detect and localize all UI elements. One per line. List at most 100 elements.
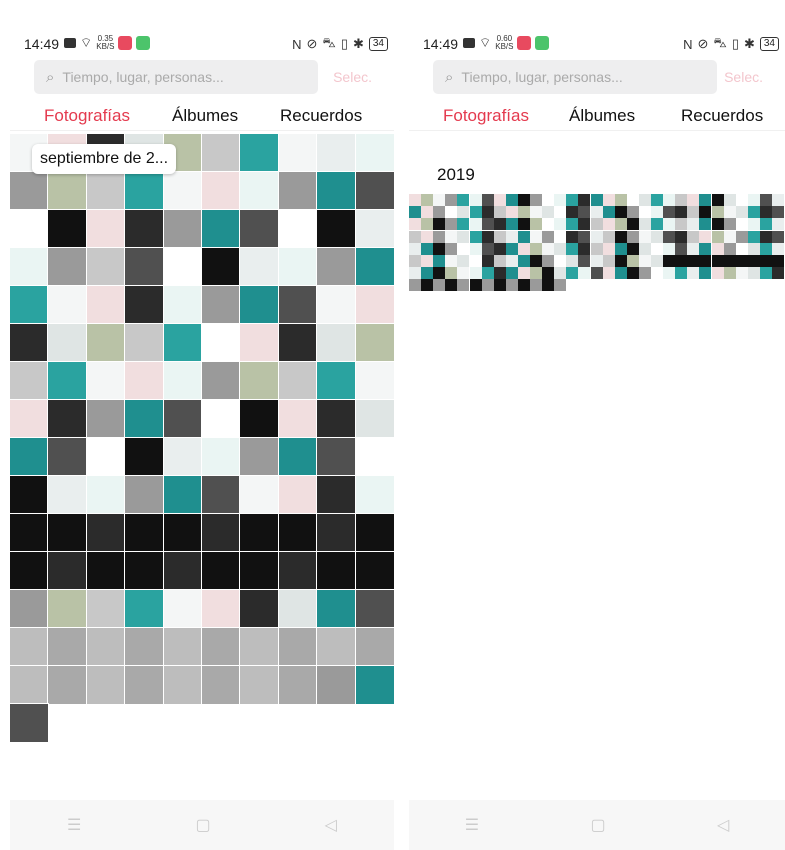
- photo-thumbnail[interactable]: [124, 399, 165, 439]
- photo-thumbnail[interactable]: [201, 399, 241, 439]
- menu-icon[interactable]: ☰: [67, 815, 81, 835]
- photo-thumbnail[interactable]: [239, 399, 280, 439]
- photo-thumbnail[interactable]: [85, 589, 126, 629]
- photo-thumbnail-small[interactable]: [530, 206, 542, 219]
- photo-thumbnail-small[interactable]: [554, 279, 567, 292]
- photo-thumbnail-small[interactable]: [663, 206, 676, 219]
- tab-albums[interactable]: Álbumes: [569, 106, 635, 126]
- photo-thumbnail[interactable]: [316, 323, 357, 363]
- photo-thumbnail[interactable]: [201, 323, 241, 363]
- photo-thumbnail[interactable]: [124, 171, 165, 211]
- photo-thumbnail[interactable]: [162, 323, 203, 363]
- photo-thumbnail-small[interactable]: [711, 242, 724, 255]
- photo-thumbnail[interactable]: [162, 209, 203, 249]
- photo-thumbnail-small[interactable]: [638, 218, 651, 231]
- photo-thumbnail-small[interactable]: [409, 218, 421, 231]
- photo-thumbnail-small[interactable]: [772, 255, 784, 267]
- photo-thumbnail-small[interactable]: [554, 255, 567, 267]
- photo-thumbnail[interactable]: [354, 399, 394, 439]
- photo-thumbnail[interactable]: [162, 627, 203, 667]
- photo-thumbnail[interactable]: [10, 589, 49, 629]
- photo-thumbnail[interactable]: [201, 513, 241, 553]
- photo-thumbnail-small[interactable]: [481, 218, 494, 231]
- photo-thumbnail-small[interactable]: [505, 194, 518, 206]
- photo-thumbnail-small[interactable]: [590, 242, 603, 255]
- photo-thumbnail-small[interactable]: [493, 194, 506, 206]
- photo-thumbnail-small[interactable]: [457, 194, 470, 206]
- photo-thumbnail-small[interactable]: [566, 242, 579, 255]
- photo-thumbnail[interactable]: [47, 475, 88, 515]
- photo-thumbnail[interactable]: [10, 703, 49, 743]
- photo-thumbnail[interactable]: [162, 247, 203, 287]
- photo-thumbnail[interactable]: [239, 437, 280, 477]
- photo-thumbnail-small[interactable]: [445, 242, 458, 255]
- photo-thumbnail-small[interactable]: [542, 194, 555, 206]
- photo-thumbnail-small[interactable]: [735, 230, 748, 243]
- photo-thumbnail-small[interactable]: [409, 242, 421, 255]
- select-button[interactable]: Selec.: [333, 69, 372, 85]
- photo-thumbnail-small[interactable]: [602, 218, 615, 231]
- photo-thumbnail[interactable]: [10, 551, 49, 591]
- photo-thumbnail-small[interactable]: [445, 230, 458, 243]
- photo-thumbnail-small[interactable]: [409, 279, 421, 292]
- photo-thumbnail-small[interactable]: [651, 267, 663, 280]
- photo-thumbnail-small[interactable]: [542, 206, 555, 219]
- photo-thumbnail[interactable]: [316, 627, 357, 667]
- photo-thumbnail[interactable]: [277, 399, 318, 439]
- photo-thumbnail-small[interactable]: [663, 267, 676, 280]
- photo-thumbnail[interactable]: [162, 285, 203, 325]
- photo-thumbnail-small[interactable]: [517, 279, 530, 292]
- photo-thumbnail-small[interactable]: [747, 206, 760, 219]
- photo-thumbnail[interactable]: [239, 551, 280, 591]
- photo-thumbnail-small[interactable]: [493, 267, 506, 280]
- photo-thumbnail-small[interactable]: [747, 230, 760, 243]
- photo-thumbnail-small[interactable]: [554, 267, 567, 280]
- photo-thumbnail-small[interactable]: [566, 267, 579, 280]
- photo-thumbnail[interactable]: [47, 209, 88, 249]
- photo-thumbnail-small[interactable]: [651, 218, 663, 231]
- photo-thumbnail-small[interactable]: [445, 255, 458, 267]
- photo-thumbnail-small[interactable]: [469, 218, 482, 231]
- photo-thumbnail-small[interactable]: [578, 194, 591, 206]
- photo-thumbnail[interactable]: [201, 589, 241, 629]
- photo-thumbnail[interactable]: [239, 513, 280, 553]
- photo-thumbnail-small[interactable]: [542, 267, 555, 280]
- photo-thumbnail-small[interactable]: [409, 255, 421, 267]
- photo-thumbnail[interactable]: [239, 475, 280, 515]
- photo-thumbnail-small[interactable]: [566, 230, 579, 243]
- photo-thumbnail-small[interactable]: [433, 230, 446, 243]
- photo-thumbnail-small[interactable]: [626, 194, 639, 206]
- photo-thumbnail-small[interactable]: [699, 242, 712, 255]
- photo-thumbnail[interactable]: [47, 551, 88, 591]
- photo-thumbnail[interactable]: [201, 665, 241, 705]
- photo-thumbnail-small[interactable]: [517, 242, 530, 255]
- photo-thumbnail-small[interactable]: [638, 267, 651, 280]
- photo-thumbnail-small[interactable]: [675, 194, 688, 206]
- photo-thumbnail[interactable]: [85, 323, 126, 363]
- photo-thumbnail[interactable]: [10, 399, 49, 439]
- photo-thumbnail[interactable]: [162, 551, 203, 591]
- photo-thumbnail-small[interactable]: [469, 255, 482, 267]
- photo-thumbnail-small[interactable]: [602, 194, 615, 206]
- tab-albums[interactable]: Álbumes: [172, 106, 238, 126]
- photo-thumbnail-small[interactable]: [687, 230, 700, 243]
- photo-thumbnail-small[interactable]: [590, 255, 603, 267]
- photo-thumbnail-small[interactable]: [469, 206, 482, 219]
- photo-thumbnail-small[interactable]: [578, 242, 591, 255]
- photo-thumbnail[interactable]: [277, 247, 318, 287]
- photo-thumbnail-small[interactable]: [675, 267, 688, 280]
- photo-thumbnail[interactable]: [316, 209, 357, 249]
- photo-thumbnail-small[interactable]: [638, 242, 651, 255]
- photo-thumbnail-small[interactable]: [759, 194, 772, 206]
- photo-thumbnail-small[interactable]: [735, 267, 748, 280]
- photo-thumbnail[interactable]: [124, 361, 165, 401]
- photo-thumbnail-small[interactable]: [481, 242, 494, 255]
- photo-thumbnail-small[interactable]: [445, 218, 458, 231]
- photo-thumbnail-small[interactable]: [505, 255, 518, 267]
- photo-thumbnail-small[interactable]: [699, 255, 712, 267]
- photo-thumbnail-small[interactable]: [711, 218, 724, 231]
- photo-thumbnail[interactable]: [201, 171, 241, 211]
- photo-thumbnail[interactable]: [354, 323, 394, 363]
- photo-thumbnail-small[interactable]: [530, 242, 542, 255]
- photo-thumbnail-small[interactable]: [469, 279, 482, 292]
